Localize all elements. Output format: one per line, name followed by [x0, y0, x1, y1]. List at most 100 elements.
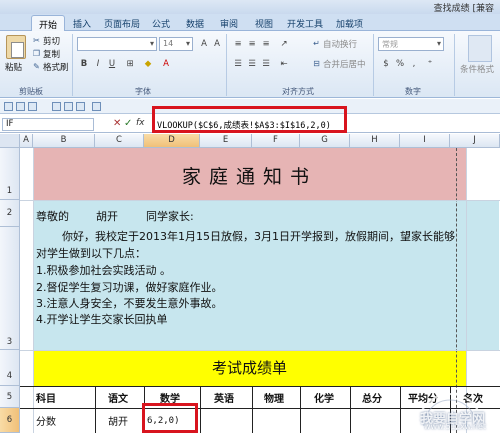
align-left-icon[interactable]: ☰ [232, 58, 244, 70]
tab-home[interactable]: 开始 [31, 15, 66, 31]
column-header-a[interactable]: A [20, 134, 33, 148]
table-header-cell: 总分 [362, 394, 382, 405]
font-size-select[interactable]: 14 [159, 37, 193, 51]
merge-center-button[interactable]: 合并后居中 [323, 58, 366, 70]
sort-icon[interactable] [76, 102, 85, 111]
watermark-url: www.51zxw.net [424, 422, 487, 431]
underline-button[interactable]: U [106, 58, 118, 70]
window-title: 查找成绩 [兼容 [433, 4, 494, 14]
tab-developer[interactable]: 开发工具 [287, 17, 323, 30]
watermark: 我要自学网 www.51zxw.net [396, 380, 496, 433]
print-icon[interactable] [52, 102, 61, 111]
table-row-label: 分数 [36, 417, 56, 428]
cancel-formula-button[interactable]: ✕ [113, 118, 121, 129]
letter-point: 1.积极参加社会实践活动 。 [36, 264, 171, 277]
active-cell-highlight-box [142, 403, 198, 433]
group-separator [373, 34, 374, 96]
column-header-d[interactable]: D [144, 134, 200, 148]
conditional-format-button[interactable]: 条件格式 [460, 63, 494, 75]
font-name-select[interactable] [77, 37, 157, 51]
select-all-corner[interactable] [0, 134, 20, 148]
gridline [20, 200, 500, 201]
group-separator [454, 34, 455, 96]
row-header-5[interactable]: 5 [0, 386, 20, 408]
comma-icon[interactable]: , [408, 58, 420, 70]
merge-icon: ⊟ [313, 59, 320, 68]
tab-view[interactable]: 视图 [255, 17, 273, 30]
align-middle-icon[interactable]: ≡ [246, 38, 258, 50]
title-bar: 查找成绩 [兼容 [0, 0, 500, 14]
bold-button[interactable]: B [78, 58, 90, 70]
name-box[interactable]: IF [2, 118, 94, 131]
format-painter-button[interactable]: 格式刷 [43, 61, 69, 73]
row-header-6[interactable]: 6 [0, 408, 20, 433]
table-header-cell: 化学 [314, 394, 334, 405]
ribbon-tabs: 开始 插入 页面布局 公式 数据 审阅 视图 开发工具 加载项 [0, 14, 500, 31]
increase-decimal-icon[interactable]: ⁺ [424, 58, 436, 70]
redo-icon[interactable] [28, 102, 37, 111]
italic-button[interactable]: I [92, 58, 104, 70]
align-bottom-icon[interactable]: ≡ [260, 38, 272, 50]
table-border [252, 386, 253, 433]
tab-review[interactable]: 审阅 [220, 17, 238, 30]
wrap-text-icon: ↵ [313, 39, 320, 48]
border-icon[interactable]: ⊞ [124, 58, 136, 70]
ribbon: 粘贴 ✂ 剪切 ❐ 复制 ✎ 格式刷 剪贴板 14 A A B I U ⊞ ◆ … [0, 31, 500, 98]
column-header-j[interactable]: J [450, 134, 500, 148]
column-header-f[interactable]: F [252, 134, 300, 148]
group-separator [72, 34, 73, 96]
column-header-i[interactable]: I [400, 134, 450, 148]
column-header-h[interactable]: H [350, 134, 400, 148]
number-format-select[interactable]: 常规 [378, 37, 444, 51]
notice-title: 家庭通知书 [181, 166, 317, 188]
conditional-format-icon[interactable] [468, 35, 492, 62]
undo-icon[interactable] [16, 102, 25, 111]
column-header-c[interactable]: C [95, 134, 144, 148]
font-color-icon[interactable]: A [160, 58, 172, 70]
wrap-text-button[interactable]: 自动换行 [323, 38, 357, 50]
indent-icon[interactable]: ⇤ [278, 58, 290, 70]
insert-function-button[interactable]: fx [136, 118, 145, 128]
align-center-icon[interactable]: ☰ [246, 58, 258, 70]
tab-insert[interactable]: 插入 [73, 17, 91, 30]
tab-page-layout[interactable]: 页面布局 [104, 17, 140, 30]
enter-formula-button[interactable]: ✓ [124, 118, 132, 129]
column-header-g[interactable]: G [300, 134, 350, 148]
row-header-1[interactable]: 1 [0, 148, 20, 200]
row-header-3[interactable]: 3 [0, 227, 20, 350]
row-header-4[interactable]: 4 [0, 350, 20, 386]
align-right-icon[interactable]: ☰ [260, 58, 272, 70]
percent-icon[interactable]: % [394, 58, 406, 70]
row-header-2[interactable]: 2 [0, 200, 20, 227]
preview-icon[interactable] [64, 102, 73, 111]
table-header-cell: 物理 [264, 394, 284, 405]
align-top-icon[interactable]: ≡ [232, 38, 244, 50]
score-sheet-title: 考试成绩单 [211, 359, 287, 377]
grow-font-icon[interactable]: A [198, 38, 210, 50]
table-border [200, 386, 201, 433]
fill-color-icon[interactable]: ◆ [142, 58, 154, 70]
greeting-suffix: 同学家长: [146, 210, 194, 223]
tab-data[interactable]: 数据 [186, 17, 204, 30]
column-header-e[interactable]: E [200, 134, 252, 148]
tab-formulas[interactable]: 公式 [152, 17, 170, 30]
cut-button[interactable]: 剪切 [43, 35, 60, 47]
paste-icon[interactable] [6, 35, 26, 59]
customize-qat-icon[interactable] [92, 102, 101, 111]
alignment-group-label: 对齐方式 [282, 87, 314, 96]
orientation-icon[interactable]: ↗ [278, 38, 290, 50]
currency-icon[interactable]: $ [380, 58, 392, 70]
shrink-font-icon[interactable]: A [211, 38, 223, 50]
clipboard-group-label: 剪贴板 [19, 87, 43, 96]
table-border [350, 386, 351, 433]
paste-button[interactable]: 粘贴 [5, 61, 22, 73]
table-header-cell: 英语 [214, 394, 234, 405]
column-header-b[interactable]: B [33, 134, 95, 148]
table-header-cell: 科目 [36, 394, 56, 405]
letter-point: 2.督促学生复习功课，做好家庭作业。 [36, 281, 223, 294]
copy-button[interactable]: 复制 [43, 48, 60, 60]
table-border [95, 386, 96, 433]
tab-addins[interactable]: 加载项 [336, 17, 363, 30]
save-icon[interactable] [4, 102, 13, 111]
table-cell-name: 胡开 [108, 417, 128, 428]
